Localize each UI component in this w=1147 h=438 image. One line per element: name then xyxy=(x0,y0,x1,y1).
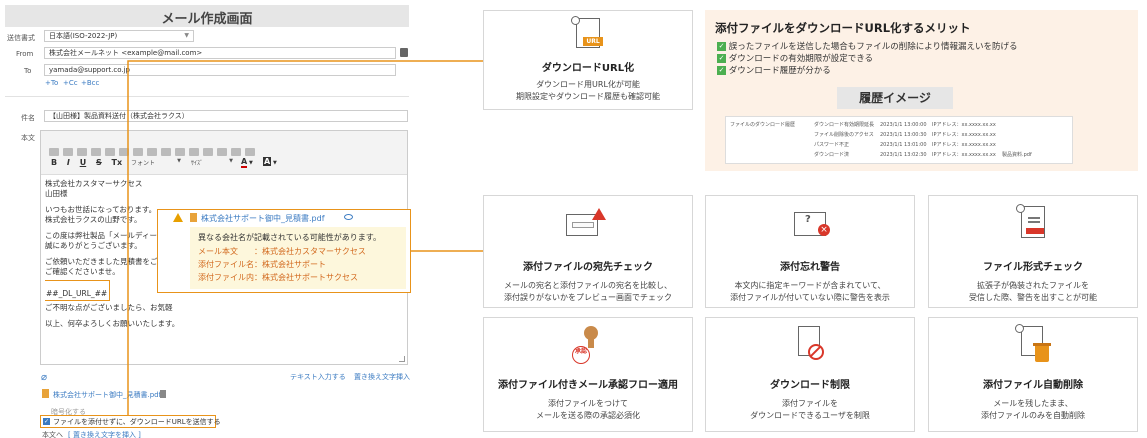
card-desc: メールを残したまま、 xyxy=(993,399,1073,408)
card-desc: 期限設定やダウンロード履歴も確認可能 xyxy=(516,92,660,101)
mail-warning-icon xyxy=(566,208,606,238)
history-row: ファイル削除後のアクセス 2023/1/1 13:00:30 IPアドレス：xx.x… xyxy=(814,131,1002,138)
history-table-title: ファイルのダウンロード履歴 xyxy=(730,122,796,128)
history-time: 2023/1/1 13:01:00 xyxy=(880,142,927,148)
history-label: 履歴イメージ xyxy=(859,91,931,105)
merit-text: 誤ったファイルを送信した場合もファイルの削除により情報漏えいを防げる xyxy=(728,42,1018,52)
history-time: 2023/1/1 13:00:30 xyxy=(880,132,927,138)
feature-card-recipient-check: 添付ファイルの宛先チェック メールの宛名と添付ファイルの宛名を比較し、 添付誤り… xyxy=(483,195,693,308)
merit-text: ダウンロードの有効期限が設定できる xyxy=(728,54,874,64)
card-title: 添付ファイルの宛先チェック xyxy=(523,262,653,273)
history-label-box: 履歴イメージ xyxy=(837,87,953,109)
feature-card-approval-flow: 承認 添付ファイル付きメール承認フロー適用 添付ファイルをつけて メールを送る際… xyxy=(483,317,693,432)
history-time: 2023/1/1 13:00:00 xyxy=(880,122,927,128)
paperclip-icon xyxy=(571,16,580,25)
checkbox-icon: ✓ xyxy=(717,54,726,63)
feature-card-download-restrict: ダウンロード制限 添付ファイルを ダウンロードできるユーザを制限 xyxy=(705,317,915,432)
card-desc: ダウンロード用URL化が可能 xyxy=(536,80,640,89)
download-url-card: URL ダウンロードURL化 ダウンロード用URL化が可能 期限設定やダウンロー… xyxy=(483,10,693,110)
history-ip: IPアドレス：xx.xxxx.xx.xx xyxy=(932,122,996,128)
mail-question-icon: ? × xyxy=(794,208,834,238)
card-desc: 添付ファイルのみを自動削除 xyxy=(981,411,1085,420)
history-event: ダウンロード済 xyxy=(814,152,850,158)
card-desc: 添付ファイルをつけて xyxy=(548,399,628,408)
history-event: ファイル削除後のアクセス xyxy=(814,132,874,138)
history-row: パスワード不正 2023/1/1 13:01:00 IPアドレス：xx.xxxx.x… xyxy=(814,141,1002,148)
url-badge: URL xyxy=(583,37,603,46)
feature-card-auto-delete: 添付ファイル自動削除 メールを残したまま、 添付ファイルのみを自動削除 xyxy=(928,317,1138,432)
url-file-icon: URL xyxy=(571,16,603,48)
history-time: 2023/1/1 13:02:30 xyxy=(880,152,927,158)
card-title: ダウンロードURL化 xyxy=(541,63,635,74)
card-desc: 拡張子が偽装されたファイルを xyxy=(977,281,1089,290)
download-restrict-icon xyxy=(798,326,828,364)
card-title: 添付ファイル付きメール承認フロー適用 xyxy=(498,380,678,391)
history-event: ダウンロード有効期限延長 xyxy=(814,122,875,128)
merits-title: 添付ファイルをダウンロードURL化するメリット xyxy=(715,21,971,35)
checkbox-icon: ✓ xyxy=(717,42,726,51)
stamp-text: 承認 xyxy=(572,346,590,364)
auto-delete-icon xyxy=(1015,324,1053,366)
checkbox-icon: ✓ xyxy=(717,66,726,75)
merits-panel: 添付ファイルをダウンロードURL化するメリット ✓ 誤ったファイルを送信した場合… xyxy=(705,10,1138,171)
history-row: ダウンロード済 2023/1/1 13:02:30 IPアドレス：xx.xxxx.x… xyxy=(814,151,1032,158)
history-file: 製品資料.pdf xyxy=(1002,152,1032,158)
card-desc: 受信した際、警告を出すことが可能 xyxy=(969,293,1097,302)
card-desc: ダウンロードできるユーザを制限 xyxy=(750,411,870,420)
card-desc: 添付ファイルが付いていない際に警告を表示 xyxy=(730,293,890,302)
merit-text: ダウンロード履歴が分かる xyxy=(728,66,831,76)
file-check-icon xyxy=(1016,204,1045,238)
approval-stamp-icon: 承認 xyxy=(572,326,606,366)
merit-item: ✓ ダウンロード履歴が分かる xyxy=(717,64,831,76)
card-desc: 本文内に指定キーワードが含まれていて、 xyxy=(734,281,886,290)
card-title: 添付忘れ警告 xyxy=(780,262,840,273)
card-desc: 添付誤りがないかをプレビュー画面でチェック xyxy=(504,293,672,302)
history-row: ダウンロード有効期限延長 2023/1/1 13:00:00 IPアドレス：xx.x… xyxy=(814,121,1002,128)
history-ip: IPアドレス：xx.xxxx.xx.xx xyxy=(932,152,996,158)
feature-card-forgot-attachment: ? × 添付忘れ警告 本文内に指定キーワードが含まれていて、 添付ファイルが付い… xyxy=(705,195,915,308)
history-table: ファイルのダウンロード履歴 ダウンロード有効期限延長 2023/1/1 13:00… xyxy=(725,116,1073,164)
card-desc: 添付ファイルを xyxy=(782,399,838,408)
card-title: ダウンロード制限 xyxy=(770,380,850,391)
card-desc: メールを送る際の承認必須化 xyxy=(536,411,640,420)
merit-item: ✓ ダウンロードの有効期限が設定できる xyxy=(717,52,873,64)
history-ip: IPアドレス：xx.xxxx.xx.xx xyxy=(932,142,996,148)
history-ip: IPアドレス：xx.xxxx.xx.xx xyxy=(932,132,996,138)
feature-card-file-format-check: ファイル形式チェック 拡張子が偽装されたファイルを 受信した際、警告を出すことが… xyxy=(928,195,1138,308)
history-event: パスワード不正 xyxy=(814,142,850,148)
card-title: ファイル形式チェック xyxy=(983,262,1083,273)
merit-item: ✓ 誤ったファイルを送信した場合もファイルの削除により情報漏えいを防げる xyxy=(717,40,1018,52)
card-title: 添付ファイル自動削除 xyxy=(983,380,1083,391)
card-desc: メールの宛名と添付ファイルの宛名を比較し、 xyxy=(504,281,672,290)
